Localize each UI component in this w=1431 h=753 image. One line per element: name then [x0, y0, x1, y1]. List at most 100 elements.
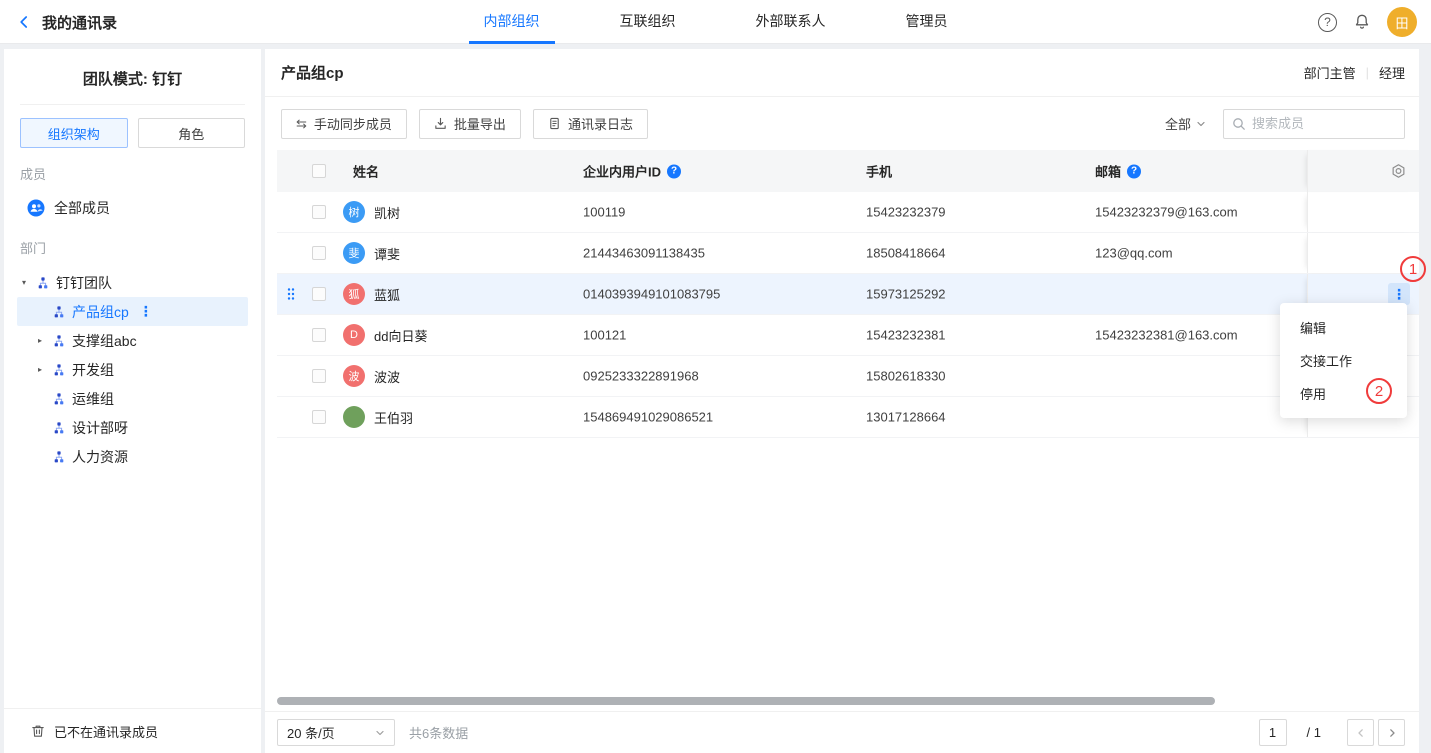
menu-item-handover[interactable]: 交接工作 — [1280, 344, 1407, 377]
department-icon — [37, 277, 49, 289]
contact-log-button[interactable]: 通讯录日志 — [533, 109, 648, 139]
table-row[interactable]: 树凯树 100119 15423232379 15423232379@163.c… — [277, 192, 1419, 233]
tab-admins[interactable]: 管理员 — [891, 0, 963, 44]
tree-item-label: 支撑组abc — [72, 331, 137, 351]
row-checkbox[interactable] — [312, 410, 326, 424]
main-panel: 产品组cp 部门主管 | 经理 ⇆ 手动同步成员 批量导出 通讯录日志 全部 — [265, 49, 1419, 753]
sidebar-item-all-members[interactable]: 全部成员 — [4, 194, 261, 222]
top-tabs: 内部组织 互联组织 外部联系人 管理员 — [0, 0, 1431, 44]
member-phone: 18508418664 — [866, 246, 946, 261]
department-icon — [53, 393, 65, 405]
row-checkbox[interactable] — [312, 246, 326, 260]
tree-item-label: 开发组 — [72, 360, 114, 380]
tab-external-contacts[interactable]: 外部联系人 — [741, 0, 841, 44]
table-row[interactable]: 王伯羽 154869491029086521 13017128664 — [277, 397, 1419, 438]
filter-all-dropdown[interactable]: 全部 — [1165, 114, 1206, 133]
tree-expanded-icon[interactable]: ▾ — [22, 278, 37, 287]
column-settings-gear-icon[interactable] — [1391, 164, 1406, 179]
tree-item-label: 设计部呀 — [72, 418, 128, 438]
manager-link[interactable]: 经理 — [1379, 63, 1405, 82]
removed-members-item[interactable]: 已不在通讯录成员 — [4, 708, 261, 753]
bell-icon[interactable] — [1353, 13, 1371, 31]
row-checkbox[interactable] — [312, 287, 326, 301]
tree-item-design-dept[interactable]: 设计部呀 — [17, 413, 248, 442]
departments-section-label: 部门 — [20, 238, 245, 257]
manual-sync-button[interactable]: ⇆ 手动同步成员 — [281, 109, 407, 139]
menu-item-edit[interactable]: 编辑 — [1280, 311, 1407, 344]
tree-item-label: 产品组cp — [72, 302, 129, 322]
row-checkbox[interactable] — [312, 205, 326, 219]
avatar: D — [343, 324, 365, 346]
trash-icon — [31, 724, 45, 738]
department-icon — [53, 422, 65, 434]
table-row[interactable]: 斐谭斐 21443463091138435 18508418664 123@qq… — [277, 233, 1419, 274]
org-structure-button[interactable]: 组织架构 — [20, 118, 128, 148]
members-section-label: 成员 — [20, 164, 245, 183]
tree-item-product-group[interactable]: 产品组cp ⋮ — [17, 297, 248, 326]
member-user-id: 154869491029086521 — [583, 410, 713, 425]
user-avatar[interactable]: 田 — [1387, 7, 1417, 37]
member-name: 蓝狐 — [374, 285, 400, 304]
next-page-button[interactable] — [1378, 719, 1405, 746]
row-checkbox[interactable] — [312, 369, 326, 383]
question-badge-icon[interactable]: ? — [667, 164, 681, 178]
table-row[interactable]: Ddd向日葵 100121 15423232381 15423232381@16… — [277, 315, 1419, 356]
department-tree: ▾ 钉钉团队 产品组cp ⋮ ▸ 支撑组abc ▸ 开发组 运维组 — [4, 268, 261, 471]
search-input[interactable] — [1252, 116, 1396, 131]
table-row[interactable]: 波波波 0925233322891968 15802618330 — [277, 356, 1419, 397]
row-checkbox[interactable] — [312, 328, 326, 342]
avatar: 狐 — [343, 283, 365, 305]
annotation-step-2: 2 — [1366, 378, 1392, 404]
tree-collapsed-icon[interactable]: ▸ — [38, 336, 53, 345]
tab-connected-org[interactable]: 互联组织 — [605, 0, 691, 44]
department-title: 产品组cp — [281, 62, 1304, 83]
log-document-icon — [548, 117, 561, 130]
horizontal-scrollbar[interactable] — [277, 697, 1215, 705]
tree-item-dingtalk-team[interactable]: ▾ 钉钉团队 — [17, 268, 248, 297]
table-row-selected[interactable]: 狐蓝狐 0140393949101083795 15973125292 ⋮ — [277, 274, 1419, 315]
removed-members-label: 已不在通讯录成员 — [54, 722, 158, 741]
row-more-actions-icon[interactable]: ⋮ — [1388, 283, 1410, 305]
drag-handle-icon[interactable] — [287, 288, 295, 301]
tree-item-ops-group[interactable]: 运维组 — [17, 384, 248, 413]
tab-internal-org[interactable]: 内部组织 — [469, 0, 555, 44]
tree-item-label: 人力资源 — [72, 447, 128, 467]
batch-export-button[interactable]: 批量导出 — [419, 109, 521, 139]
row-actions-cell — [1307, 192, 1419, 232]
member-user-id: 0140393949101083795 — [583, 287, 720, 302]
tree-item-dev-group[interactable]: ▸ 开发组 — [17, 355, 248, 384]
tree-item-support-group[interactable]: ▸ 支撑组abc — [17, 326, 248, 355]
page-number-input[interactable] — [1259, 719, 1287, 746]
tree-more-icon[interactable]: ⋮ — [139, 303, 153, 320]
member-phone: 13017128664 — [866, 410, 946, 425]
roles-button[interactable]: 角色 — [138, 118, 246, 148]
tree-item-hr[interactable]: 人力资源 — [17, 442, 248, 471]
member-name: 凯树 — [374, 203, 400, 222]
avatar: 波 — [343, 365, 365, 387]
chevron-down-icon — [1196, 119, 1206, 129]
column-header-phone: 手机 — [866, 162, 892, 181]
chevron-down-icon — [375, 728, 385, 738]
sync-icon: ⇆ — [296, 117, 307, 130]
team-mode-label: 团队模式: 钉钉 — [4, 49, 261, 104]
total-pages-label: / 1 — [1307, 725, 1321, 740]
prev-page-button[interactable] — [1347, 719, 1374, 746]
total-count-label: 共6条数据 — [409, 723, 468, 742]
avatar: 树 — [343, 201, 365, 223]
all-members-label: 全部成员 — [54, 198, 110, 218]
tree-collapsed-icon[interactable]: ▸ — [38, 365, 53, 374]
member-name: dd向日葵 — [374, 326, 427, 345]
member-phone: 15423232381 — [866, 328, 946, 343]
divider: | — [1366, 65, 1369, 80]
page-size-select[interactable]: 20 条/页 — [277, 719, 395, 746]
select-all-checkbox[interactable] — [312, 164, 326, 178]
member-user-id: 0925233322891968 — [583, 369, 699, 384]
dept-manager-link[interactable]: 部门主管 — [1304, 63, 1356, 82]
member-name: 波波 — [374, 367, 400, 386]
help-icon[interactable]: ? — [1318, 13, 1337, 32]
question-badge-icon[interactable]: ? — [1127, 164, 1141, 178]
column-header-email: 邮箱 ? — [1095, 162, 1141, 181]
department-icon — [53, 306, 65, 318]
member-email: 15423232379@163.com — [1095, 205, 1238, 220]
department-icon — [53, 335, 65, 347]
